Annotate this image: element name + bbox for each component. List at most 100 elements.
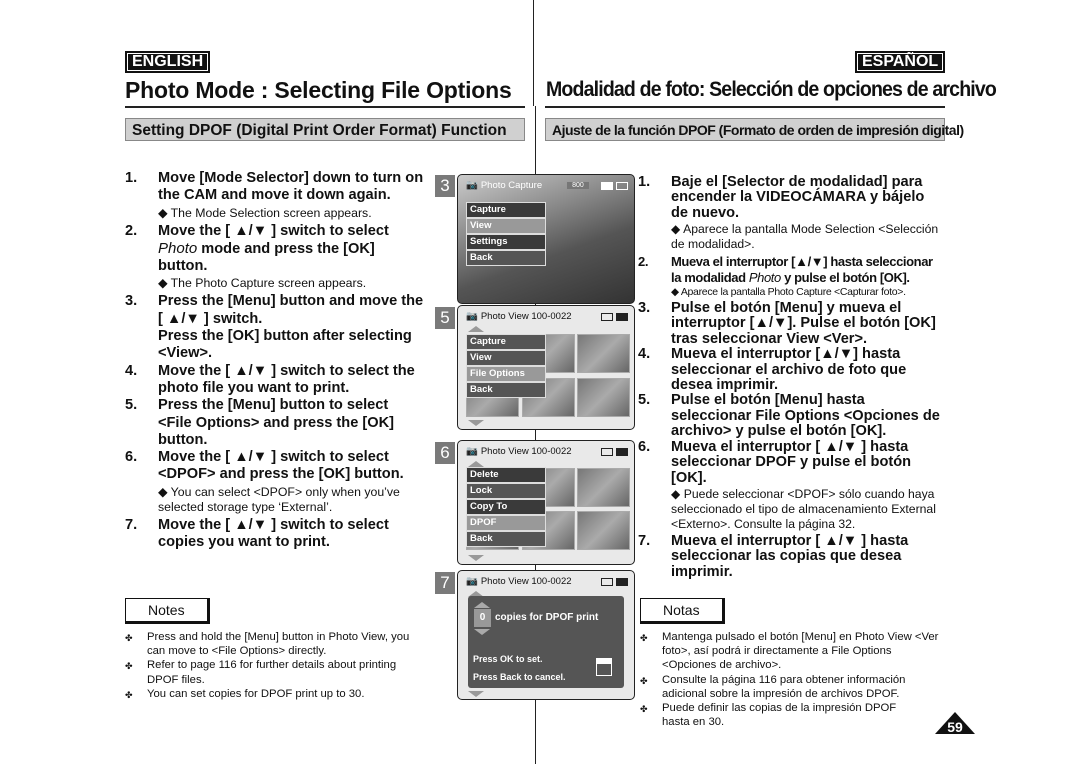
step-1: 1. Move [Mode Selector] down to turn on t… bbox=[125, 170, 425, 205]
scroll-down-icon[interactable] bbox=[468, 420, 484, 426]
screen-title: Photo View 100-0022 bbox=[480, 576, 572, 587]
step-text: Move the [ ▲/▼ ] switch to select the ph… bbox=[158, 362, 415, 396]
thumbnail[interactable] bbox=[577, 378, 630, 417]
step-number: 2. bbox=[125, 222, 138, 239]
screen-photo-capture: 📷 Photo Capture 800 Capture View Settings … bbox=[457, 174, 635, 304]
menu-item-capture[interactable]: Capture bbox=[466, 202, 546, 218]
scroll-down-icon[interactable] bbox=[468, 555, 484, 561]
step-6: 6. Move the [ ▲/▼ ] switch to select <DPO… bbox=[125, 449, 425, 484]
copies-value[interactable]: 0 bbox=[474, 609, 491, 627]
note-bullet-icon: ✤ bbox=[125, 689, 133, 700]
camera-icon: 📷 bbox=[466, 180, 478, 191]
thumbnail[interactable] bbox=[577, 511, 630, 550]
thumbnail[interactable] bbox=[577, 334, 630, 373]
menu-item-back[interactable]: Back bbox=[466, 531, 546, 547]
menu-item-view[interactable]: View bbox=[466, 218, 546, 234]
menu-item-back[interactable]: Back bbox=[466, 382, 546, 398]
step-text-line: Press the [Menu] button and move the [ ▲… bbox=[158, 293, 424, 327]
screen-number: 6 bbox=[435, 442, 455, 464]
page-number: 59 bbox=[947, 719, 963, 735]
screen-number: 3 bbox=[435, 175, 455, 197]
step-7: 7. Move the [ ▲/▼ ] switch to select copi… bbox=[125, 517, 425, 552]
menu: Capture View Settings Back bbox=[466, 202, 546, 266]
step-number: 2. bbox=[638, 254, 649, 270]
scroll-up-icon[interactable] bbox=[468, 326, 484, 332]
note-text: Consulte la página 116 para obtener info… bbox=[662, 673, 906, 700]
step-number: 3. bbox=[125, 293, 138, 310]
step-text: Pulse el botón [Menu] hasta seleccionar … bbox=[671, 392, 940, 440]
step-note: ◆ Puede seleccionar <DPOF> sólo cuando h… bbox=[671, 486, 936, 531]
section-header-spanish: Ajuste de la función DPOF (Formato de or… bbox=[545, 118, 964, 141]
memory-card-icon bbox=[601, 181, 613, 190]
note-text: Refer to page 116 for further details ab… bbox=[147, 659, 397, 686]
step-text: Move [Mode Selector] down to turn on the… bbox=[158, 170, 424, 204]
title-rule-spanish bbox=[545, 106, 945, 108]
step-number: 1. bbox=[125, 170, 138, 186]
screen-title: Photo View 100-0022 bbox=[480, 446, 572, 457]
copies-down-icon[interactable] bbox=[474, 629, 490, 635]
step-note: ◆ Aparece la pantalla Mode Selection <Se… bbox=[671, 222, 939, 252]
menu-item-back[interactable]: Back bbox=[466, 250, 546, 266]
step-text: Press the [Menu] button and move the [ ▲… bbox=[158, 293, 425, 362]
note-item: ✤ Refer to page 116 for further details a… bbox=[125, 658, 425, 686]
camera-icon: 📷 bbox=[466, 446, 478, 457]
menu-item-file-options[interactable]: File Options bbox=[466, 366, 546, 382]
step-number: 1. bbox=[638, 174, 651, 190]
thumbnail[interactable] bbox=[577, 468, 630, 507]
step-text: Pulse el botón [Menu] y mueva el interru… bbox=[671, 300, 936, 347]
step-4: 4. Move the [ ▲/▼ ] switch to select the … bbox=[125, 363, 425, 398]
section-header-english: Setting DPOF (Digital Print Order Format… bbox=[125, 118, 525, 141]
steps-english: 1. Move [Mode Selector] down to turn on t… bbox=[125, 170, 425, 551]
step-text: Press the [Menu] button to select <File … bbox=[158, 397, 394, 448]
mode-name: Photo bbox=[748, 269, 781, 285]
note-text: Press and hold the [Menu] button in Phot… bbox=[147, 631, 410, 658]
battery-icon bbox=[616, 181, 628, 190]
page-title-spanish: Modalidad de foto: Selección de opciones… bbox=[546, 78, 997, 101]
notes-english: ✤ Press and hold the [Menu] button in Pho… bbox=[125, 630, 425, 702]
step-text-pre: Move the [ ▲/▼ ] switch to select bbox=[158, 222, 389, 239]
menu-item-settings[interactable]: Settings bbox=[466, 234, 546, 250]
column-divider bbox=[533, 0, 534, 106]
step-number: 3. bbox=[638, 300, 651, 317]
screen-dpof-copies: 📷 Photo View 100-0022 0 copies for DPOF p… bbox=[457, 570, 635, 700]
status-bar: 📷 Photo View 100-0022 bbox=[466, 311, 628, 322]
memory-card-icon bbox=[601, 577, 613, 586]
menu-item-lock[interactable]: Lock bbox=[466, 483, 546, 499]
step-note: ◆ You can select <DPOF> only when you’ve… bbox=[158, 484, 400, 514]
step-number: 6. bbox=[125, 449, 138, 466]
step-2: 2. Move the [ ▲/▼ ] switch to select Phot… bbox=[125, 223, 425, 276]
copies-label: copies for DPOF print bbox=[495, 612, 599, 623]
note-text: You can set copies for DPOF print up to … bbox=[147, 687, 365, 700]
step-text: Mueva el interruptor [ ▲/▼ ] hasta selec… bbox=[671, 532, 909, 580]
battery-icon bbox=[616, 312, 628, 321]
step-7: 7. Mueva el interruptor [ ▲/▼ ] hasta sel… bbox=[638, 532, 943, 580]
notes-spanish: ✤ Mantenga pulsado el botón [Menu] en Pho… bbox=[640, 630, 940, 729]
memory-card-icon bbox=[601, 312, 613, 321]
menu-item-copy-to[interactable]: Copy To bbox=[466, 499, 546, 515]
note-item: ✤ Puede definir las copias de la impresió… bbox=[640, 701, 910, 729]
menu-item-view[interactable]: View bbox=[466, 350, 546, 366]
menu-item-capture[interactable]: Capture bbox=[466, 334, 546, 350]
step-text: Move the [ ▲/▼ ] switch to select <DPOF>… bbox=[158, 449, 404, 483]
dpof-dialog: 0 copies for DPOF print Press OK to set.… bbox=[468, 596, 624, 688]
menu: Delete Lock Copy To DPOF Back bbox=[466, 467, 546, 547]
step-text-line: Press the [OK] button after selecting <V… bbox=[158, 328, 412, 362]
note-item: ✤ Consulte la página 116 para obtener inf… bbox=[640, 673, 940, 701]
copies-up-icon[interactable] bbox=[474, 602, 490, 608]
language-badge-spanish: ESPAÑOL bbox=[855, 51, 946, 73]
step-3: 3. Press the [Menu] button and move the [… bbox=[125, 293, 425, 362]
note-bullet-icon: ✤ bbox=[640, 675, 648, 686]
menu-item-delete[interactable]: Delete bbox=[466, 467, 546, 483]
step-2: 2. Mueva el interruptor [▲/▼] hasta selec… bbox=[638, 254, 943, 285]
back-hint: Press Back to cancel. bbox=[473, 672, 566, 682]
step-number: 7. bbox=[638, 532, 651, 549]
note-text: Puede definir las copias de la impresión… bbox=[662, 702, 897, 729]
notes-label-spanish: Notas bbox=[640, 598, 725, 624]
step-4: 4. Mueva el interruptor [▲/▼] hasta selec… bbox=[638, 347, 943, 393]
note-item: ✤ You can set copies for DPOF print up to… bbox=[125, 687, 425, 702]
menu-item-dpof[interactable]: DPOF bbox=[466, 515, 546, 531]
note-item: ✤ Mantenga pulsado el botón [Menu] en Pho… bbox=[640, 630, 940, 673]
step-number: 4. bbox=[125, 362, 138, 379]
language-badge-english: ENGLISH bbox=[125, 51, 211, 73]
step-number: 5. bbox=[638, 392, 651, 409]
